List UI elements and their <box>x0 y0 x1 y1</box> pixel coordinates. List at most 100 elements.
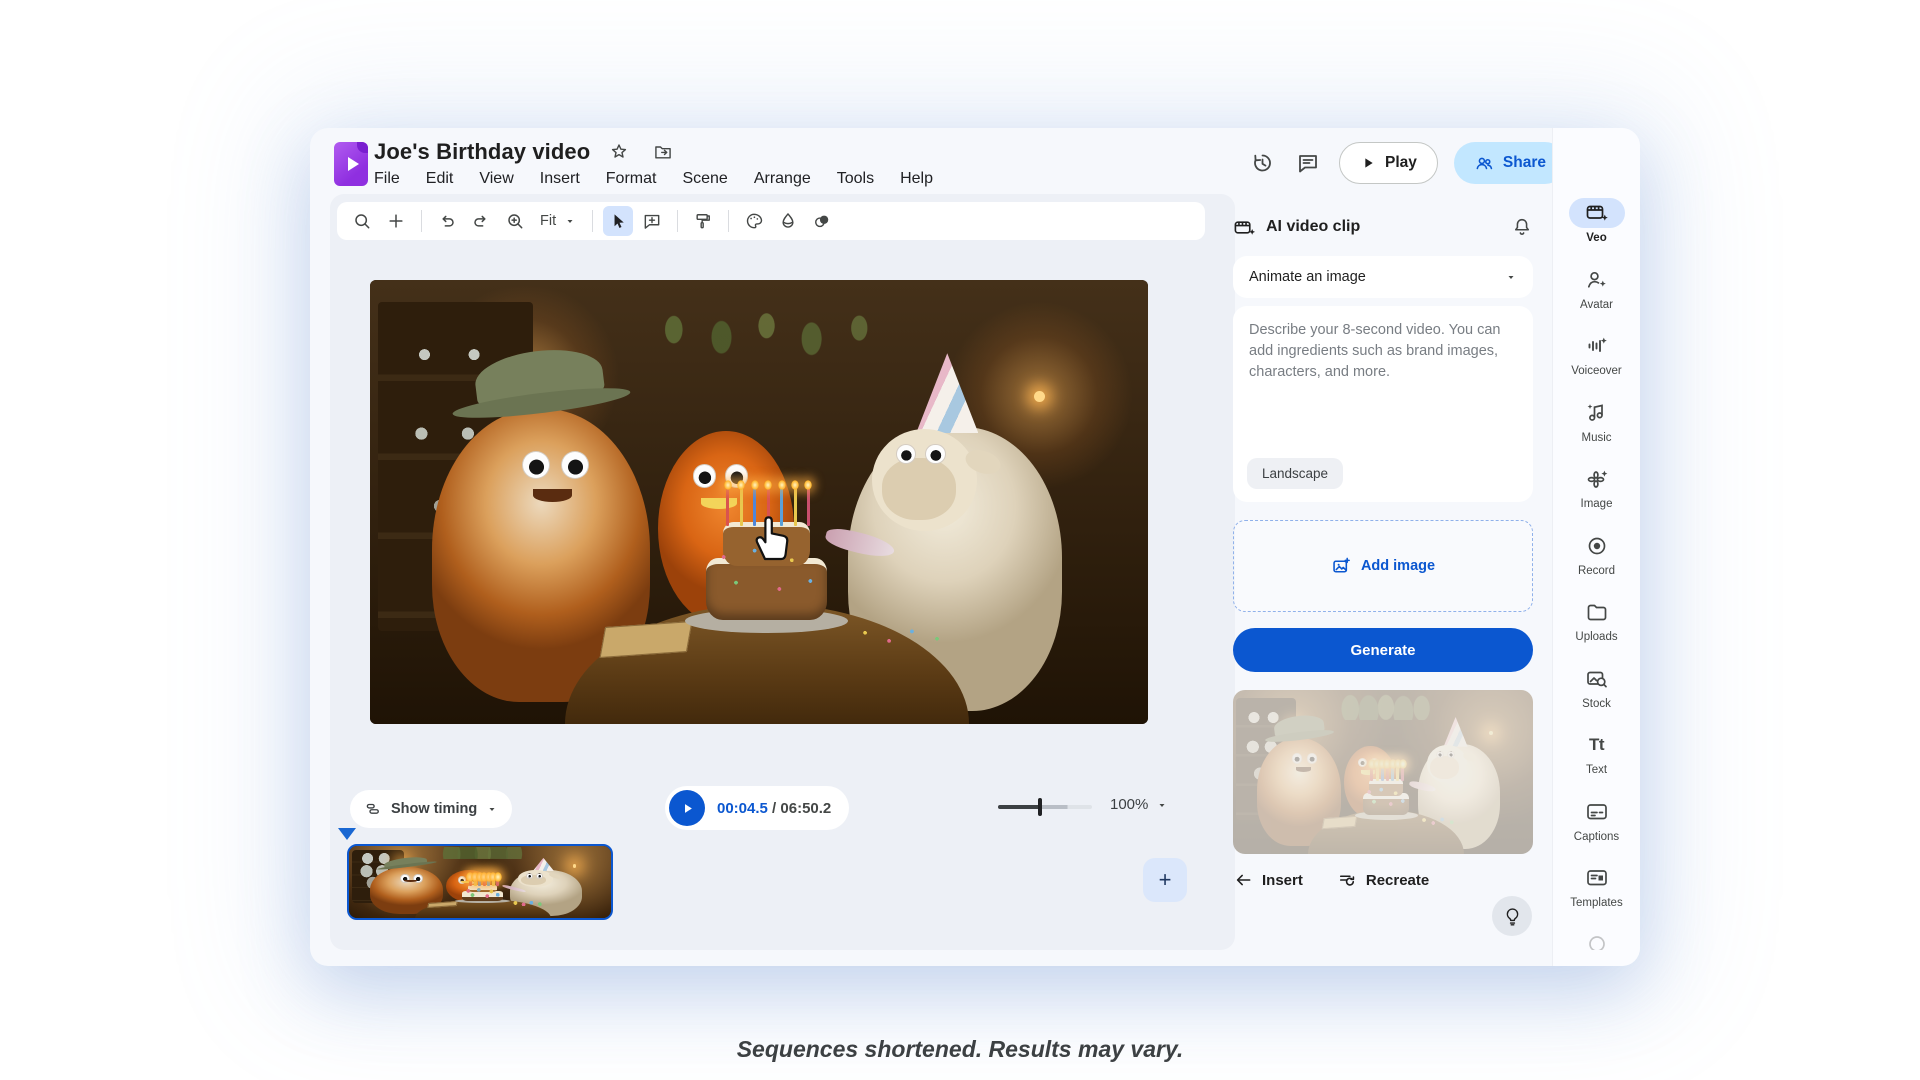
timing-icon <box>364 800 382 818</box>
insert-button[interactable]: Insert <box>1233 870 1303 890</box>
rail-item-music[interactable]: Music <box>1553 398 1640 465</box>
music-icon <box>1585 401 1609 425</box>
play-button[interactable]: Play <box>1339 142 1438 184</box>
background-blur-icon[interactable] <box>807 206 837 236</box>
toolbar-divider <box>677 210 678 232</box>
theme-colors-icon[interactable] <box>739 206 769 236</box>
rail-item-veo[interactable]: Veo <box>1553 198 1640 265</box>
add-scene-button[interactable]: + <box>1143 858 1187 902</box>
add-image-label: Add image <box>1361 558 1435 574</box>
ai-video-clip-panel: AI video clip Animate an image Describe … <box>1233 212 1533 890</box>
add-comment-icon[interactable] <box>637 206 667 236</box>
page-caption: Sequences shortened. Results may vary. <box>0 1036 1920 1063</box>
mode-select[interactable]: Animate an image <box>1233 256 1533 298</box>
menu-bar: File Edit View Insert Format Scene Arran… <box>374 170 933 188</box>
scene-lamp <box>573 864 577 868</box>
veo-icon <box>1585 201 1609 225</box>
rail-item-uploads[interactable]: Uploads <box>1553 597 1640 664</box>
sidebar-rail: Veo Avatar Voiceover Music Image <box>1552 128 1640 966</box>
tips-lightbulb-button[interactable] <box>1492 896 1532 936</box>
rail-item-record[interactable]: Record <box>1553 531 1640 598</box>
templates-icon <box>1585 866 1609 890</box>
panel-actions: Insert Recreate <box>1233 870 1533 890</box>
toolbar: Fit <box>337 202 1205 240</box>
prompt-input[interactable]: Describe your 8-second video. You can ad… <box>1233 306 1533 502</box>
star-icon[interactable] <box>604 137 634 167</box>
image-icon <box>1585 467 1609 491</box>
move-to-folder-icon[interactable] <box>648 137 678 167</box>
menu-file[interactable]: File <box>374 170 400 188</box>
toolbar-divider <box>728 210 729 232</box>
app-window: Joe's Birthday video File Edit View Inse… <box>310 128 1640 966</box>
paint-format-icon[interactable] <box>688 206 718 236</box>
toolbar-divider <box>421 210 422 232</box>
menu-edit[interactable]: Edit <box>426 170 454 188</box>
video-frame[interactable] <box>370 280 1148 724</box>
timeline-zoom-slider[interactable] <box>998 805 1092 809</box>
recreate-label: Recreate <box>1366 872 1429 889</box>
rail-item-templates[interactable]: Templates <box>1553 863 1640 930</box>
playhead-marker[interactable] <box>338 828 356 840</box>
text-icon: Tt <box>1589 735 1604 755</box>
chevron-down-icon <box>486 803 498 815</box>
scene-hanging-herbs <box>1338 692 1440 720</box>
document-title[interactable]: Joe's Birthday video <box>374 139 590 165</box>
aspect-ratio-chip[interactable]: Landscape <box>1247 458 1343 489</box>
fit-zoom-select[interactable]: Fit <box>534 213 582 229</box>
scene-party-hat <box>916 353 978 433</box>
scene-lamp <box>1489 731 1493 735</box>
generated-preview[interactable] <box>1233 690 1533 854</box>
mode-select-value: Animate an image <box>1249 269 1505 285</box>
menu-format[interactable]: Format <box>606 170 657 188</box>
ai-clip-icon <box>1233 216 1256 239</box>
rail-item-captions[interactable]: Captions <box>1553 797 1640 864</box>
avatar-icon <box>1585 268 1609 292</box>
redo-icon[interactable] <box>466 206 496 236</box>
slider-thumb[interactable] <box>1038 798 1042 816</box>
panel-title: AI video clip <box>1266 218 1501 236</box>
select-tool-icon[interactable] <box>603 206 633 236</box>
menu-tools[interactable]: Tools <box>837 170 874 188</box>
rail-item-voiceover[interactable]: Voiceover <box>1553 331 1640 398</box>
scene-hanging-herbs <box>441 847 530 859</box>
menu-help[interactable]: Help <box>900 170 933 188</box>
toolbar-divider <box>592 210 593 232</box>
timeline-play-button[interactable] <box>669 790 705 826</box>
chevron-down-icon <box>1156 799 1168 811</box>
search-icon[interactable] <box>347 206 377 236</box>
current-time: 00:04.5 <box>717 800 768 817</box>
vids-app-logo[interactable] <box>334 142 368 186</box>
menu-view[interactable]: View <box>479 170 513 188</box>
rail-item-text[interactable]: Tt Text <box>1553 730 1640 797</box>
color-fill-icon[interactable] <box>773 206 803 236</box>
share-button[interactable]: Share <box>1454 142 1566 184</box>
timeline-zoom-select[interactable]: 100% <box>1110 796 1168 813</box>
notifications-bell-icon[interactable] <box>1511 216 1533 238</box>
recreate-button[interactable]: Recreate <box>1337 870 1429 890</box>
comments-icon[interactable] <box>1293 148 1323 178</box>
menu-scene[interactable]: Scene <box>682 170 727 188</box>
prompt-placeholder: Describe your 8-second video. You can ad… <box>1249 320 1517 383</box>
uploads-icon <box>1585 600 1609 624</box>
menu-insert[interactable]: Insert <box>540 170 580 188</box>
generate-button[interactable]: Generate <box>1233 628 1533 672</box>
scene-candles <box>469 876 497 886</box>
zoom-level-value: 100% <box>1110 796 1148 813</box>
undo-icon[interactable] <box>432 206 462 236</box>
add-image-button[interactable]: Add image <box>1233 520 1533 612</box>
fit-zoom-value: Fit <box>540 213 556 229</box>
show-timing-dropdown[interactable]: Show timing <box>350 790 512 828</box>
rail-item-avatar[interactable]: Avatar <box>1553 265 1640 332</box>
scene-lamp <box>1034 391 1045 402</box>
rail-item-image[interactable]: Image <box>1553 464 1640 531</box>
rail-item-stock[interactable]: Stock <box>1553 664 1640 731</box>
zoom-in-icon[interactable] <box>500 206 530 236</box>
version-history-icon[interactable] <box>1247 148 1277 178</box>
add-icon[interactable] <box>381 206 411 236</box>
menu-arrange[interactable]: Arrange <box>754 170 811 188</box>
canvas-area: Fit <box>330 194 1235 950</box>
title-row: Joe's Birthday video <box>374 136 678 168</box>
scene-party-hat <box>533 858 554 871</box>
clip-thumbnail[interactable] <box>347 844 613 920</box>
recreate-icon <box>1337 870 1357 890</box>
